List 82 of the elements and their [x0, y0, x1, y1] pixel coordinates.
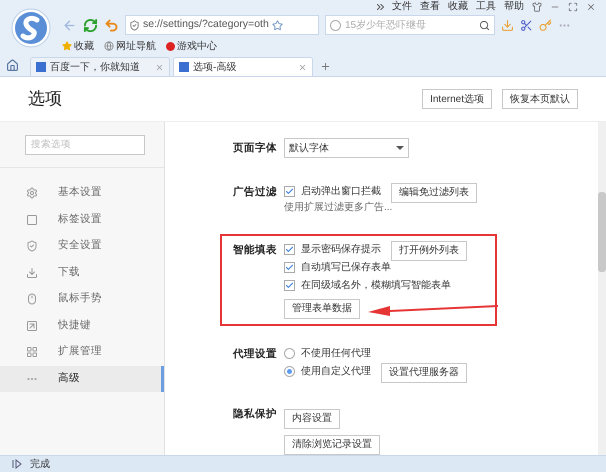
dropdown-arrow-icon: [396, 146, 404, 150]
close-tab-icon[interactable]: [155, 62, 164, 72]
undo-icon[interactable]: [104, 18, 119, 32]
star-icon[interactable]: [272, 20, 283, 30]
sidebar-toggle-icon[interactable]: [12, 459, 22, 469]
home-icon[interactable]: [6, 59, 19, 72]
sidebar-item[interactable]: 快捷键: [0, 312, 164, 339]
game-icon: [166, 42, 175, 50]
search-bar[interactable]: 15岁少年恐吓继母: [325, 15, 495, 35]
sidebar-item[interactable]: 扩展管理: [0, 339, 164, 366]
status-text: 完成: [30, 458, 50, 472]
radio-button[interactable]: [284, 348, 295, 358]
shortcut-icon: [26, 320, 38, 332]
checkbox[interactable]: [284, 244, 295, 254]
more-menu-icon[interactable]: [377, 4, 384, 10]
header-button[interactable]: 恢复本页默认: [502, 89, 578, 109]
menu-item[interactable]: 文件: [392, 0, 412, 14]
search-options-field[interactable]: 搜索选项: [25, 134, 145, 154]
option-label: 显示密码保存提示: [301, 242, 381, 256]
bookmark-link[interactable]: 收藏: [74, 38, 94, 54]
option-button[interactable]: 编辑免过滤列表: [391, 182, 477, 202]
scissors-icon[interactable]: [520, 18, 533, 32]
option-label: 不使用任何代理: [301, 346, 371, 360]
section-label: 广告过滤: [232, 185, 278, 200]
menu-item[interactable]: 工具: [476, 0, 496, 14]
address-bar[interactable]: se://settings/?category=oth: [125, 15, 319, 35]
globe-icon: [104, 41, 114, 51]
option-button[interactable]: 设置代理服务器: [381, 362, 467, 382]
tab-favicon-icon: [36, 62, 46, 72]
checkbox[interactable]: [284, 186, 295, 196]
action-button[interactable]: 内容设置: [284, 408, 340, 428]
shield-icon: [129, 20, 140, 30]
option-label: 在同级域名外，模糊填写智能表单: [301, 278, 451, 292]
section-label: 隐私保护: [232, 407, 278, 422]
font-select[interactable]: 默认字体: [284, 138, 409, 158]
search-engine-icon: [330, 20, 341, 30]
option-label: 自动填写已保存表单: [301, 260, 391, 274]
browser-tab[interactable]: 百度一下，你就知道: [30, 57, 170, 76]
menu-item[interactable]: 收藏: [448, 0, 468, 14]
search-field[interactable]: 15岁少年恐吓继母: [345, 18, 475, 32]
star-icon: [62, 41, 72, 51]
mouse-icon: [26, 293, 38, 306]
sidebar-item[interactable]: 安全设置: [0, 233, 164, 260]
section-label: 代理设置: [232, 347, 278, 362]
checkbox[interactable]: [284, 262, 295, 272]
checkbox[interactable]: [284, 280, 295, 290]
sidebar-item[interactable]: 高级: [0, 366, 164, 392]
section-label: 页面字体: [232, 140, 278, 156]
menu-item[interactable]: 帮助: [504, 0, 524, 14]
tab-favicon-icon: [179, 62, 189, 72]
close-tab-icon[interactable]: [298, 62, 307, 72]
section-label: 智能填表: [232, 243, 278, 258]
sidebar-item[interactable]: 标签设置: [0, 206, 164, 233]
close-icon[interactable]: [586, 2, 596, 12]
maximize-icon[interactable]: [568, 2, 578, 12]
browser-logo-icon: [11, 8, 51, 48]
page-title: 选项: [28, 88, 62, 110]
browser-tab[interactable]: 选项-高级: [173, 57, 313, 76]
menu-item[interactable]: 查看: [420, 0, 440, 14]
option-label: 启动弹出窗口拦截: [301, 184, 381, 198]
new-tab-icon[interactable]: [320, 61, 331, 72]
skin-icon[interactable]: [532, 2, 542, 12]
grid-icon: [26, 346, 38, 358]
bookmark-link[interactable]: 网址导航: [116, 38, 156, 54]
shield-icon: [26, 240, 38, 252]
option-label: 使用自定义代理: [301, 364, 371, 378]
tray-icon: [26, 214, 38, 226]
action-button[interactable]: 管理表单数据: [284, 298, 360, 318]
gear-icon: [26, 187, 38, 200]
radio-button[interactable]: [284, 366, 295, 376]
action-button[interactable]: 清除浏览记录设置: [284, 434, 380, 454]
header-button[interactable]: Internet选项: [422, 89, 492, 109]
sidebar-item[interactable]: 基本设置: [0, 180, 164, 206]
option-button[interactable]: 打开例外列表: [391, 240, 467, 260]
download-icon: [26, 266, 38, 279]
search-icon[interactable]: [479, 20, 490, 30]
sidebar-item[interactable]: 鼠标手势: [0, 286, 164, 312]
refresh-icon[interactable]: [83, 18, 98, 32]
filter-link[interactable]: 使用扩展过滤更多广告...: [284, 200, 477, 216]
sidebar-item[interactable]: 下载: [0, 260, 164, 286]
scrollbar[interactable]: [598, 122, 606, 455]
bookmark-link[interactable]: 游戏中心: [177, 38, 217, 54]
